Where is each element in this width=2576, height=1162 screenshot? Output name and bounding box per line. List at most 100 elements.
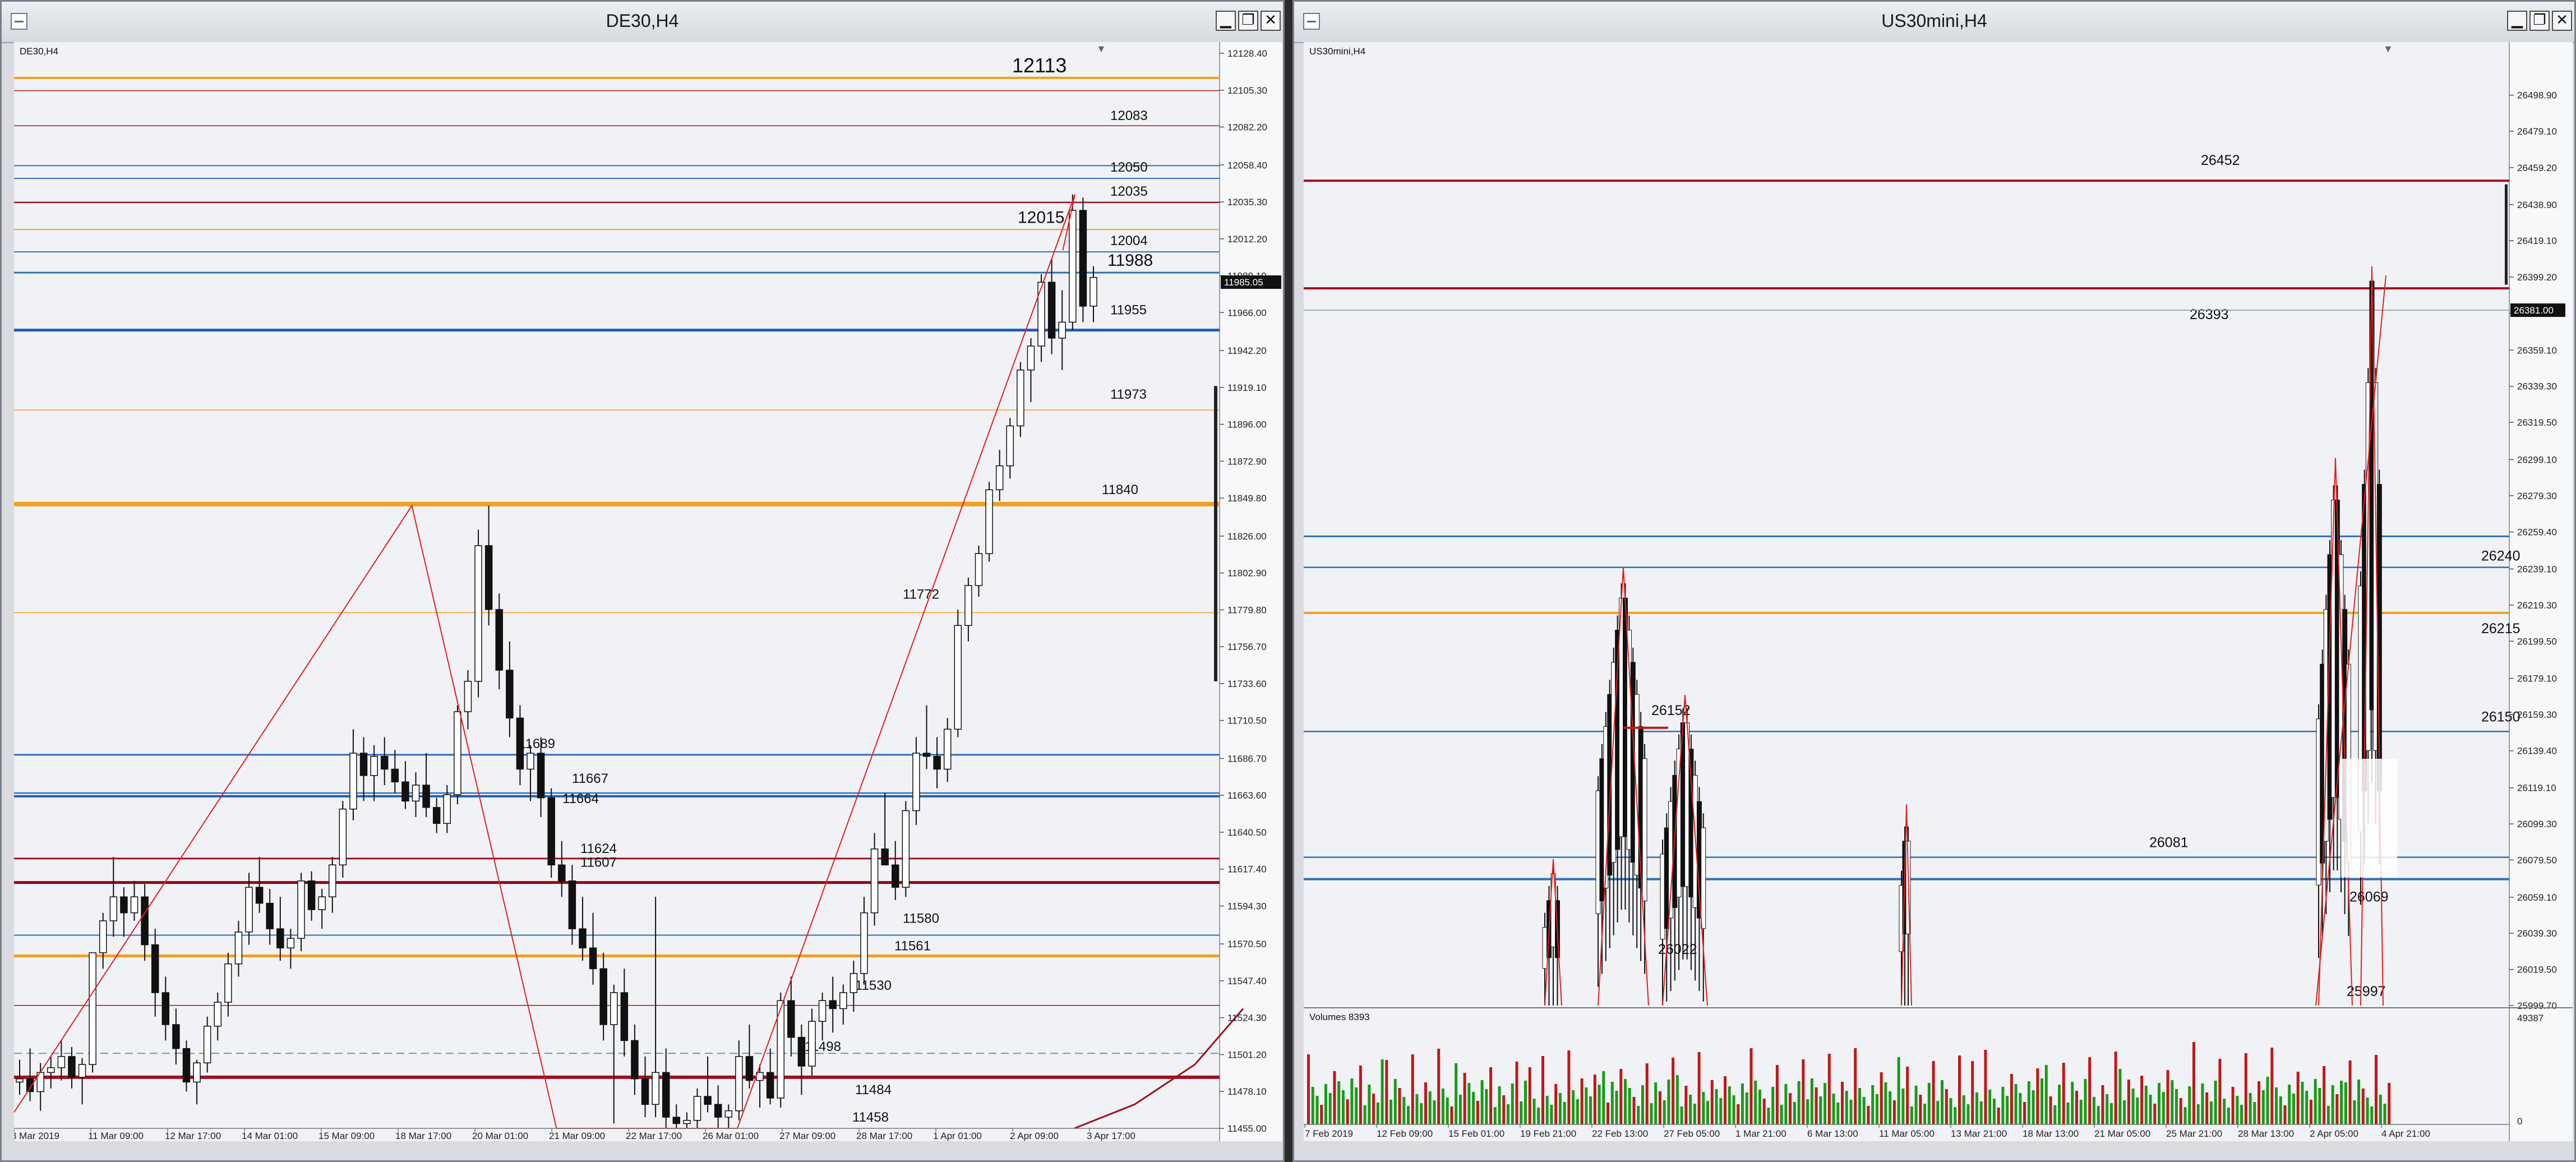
y-tick-label: 12082.20 [1227,122,1267,133]
price-chart-us30mini[interactable]: US30mini,H4 ▼ 26452 26393 26240 26215 26150 260… [1304,42,2573,1141]
volume-bar [1710,1080,1714,1124]
y-tick-label: 11547.40 [1227,976,1267,986]
volume-bar [2149,1095,2152,1124]
volume-bar [1593,1075,1596,1124]
volume-bar [1672,1058,1675,1124]
y-tick-label: 11942.20 [1227,345,1267,356]
chart-window-de30[interactable]: DE30,H4 ▁ ❐ ✕ DE30,H4 ▼ 12083 12050 12035 120… [0,0,1285,1162]
close-button[interactable]: ✕ [2552,11,2572,31]
level-label: 11561 [894,939,931,954]
y-tick-label: 11455.00 [1227,1123,1267,1134]
candle-body [933,755,941,770]
window-title: US30mini,H4 [1881,11,1987,31]
x-tick-label: 28 Mar 17:00 [856,1131,912,1141]
volume-bar [1610,1082,1614,1124]
volume-bar [2127,1080,2130,1124]
volume-bar [1615,1091,1618,1124]
x-tick-label: 27 Feb 05:00 [1664,1128,1720,1139]
candle-body [516,717,524,770]
chart-symbol-label: US30mini,H4 [1309,46,1365,57]
volume-bar [1758,1090,1761,1124]
x-tick-label: 8 Mar 2019 [14,1131,59,1141]
volume-bar [1563,1102,1566,1124]
volume-bar [2353,1100,2356,1124]
volume-bar [2053,1105,2057,1124]
volume-bar [1606,1103,1610,1124]
candle-body [329,864,336,897]
volume-bar [1845,1091,1848,1124]
volume-bar [2318,1088,2321,1124]
volume-bar [1871,1085,1875,1124]
x-tick-label: 12 Mar 17:00 [165,1131,221,1141]
volume-bar [1567,1050,1571,1124]
x-tick-label: 18 Mar 13:00 [2023,1128,2079,1139]
level-label: 12015 [1018,208,1064,227]
volume-bar [2084,1079,2087,1124]
candle-body [599,968,607,1025]
volume-bar [2162,1092,2165,1124]
volume-bar [2171,1080,2174,1124]
level-label: 12050 [1110,160,1148,175]
volume-bar [2240,1105,2243,1124]
candle-body [234,932,243,965]
volume-bar [1489,1067,1493,1124]
volume-bar [1971,1061,1974,1124]
candle-body [287,938,295,949]
y-tick-label: 11919.10 [1227,382,1267,393]
volume-bar [1498,1086,1501,1124]
y-tick-label: 26159.30 [2517,709,2557,720]
volume-bar [1324,1084,1327,1124]
level-label-major: 12113 [1012,54,1067,77]
volume-bar [2062,1063,2065,1124]
minimize-button[interactable]: ▁ [1216,11,1236,31]
volume-bar [2266,1077,2269,1124]
candle-body [182,1048,191,1083]
y-tick-label: 25999.70 [2517,1000,2557,1011]
volume-bar [1528,1067,1531,1124]
y-tick-label: 11524.30 [1227,1013,1267,1023]
volume-bar [2244,1053,2247,1124]
candle-body [579,928,587,949]
volume-bar [2196,1104,2200,1124]
volume-bar [1919,1095,1922,1124]
volume-bar [2131,1089,2135,1124]
volume-bar [1680,1106,1683,1124]
chart-window-us30mini[interactable]: US30mini,H4 ▁ ❐ ✕ US30mini,H4 ▼ 26452 26393… [1292,0,2576,1162]
candle-body [1006,425,1014,467]
candle-body [422,785,430,808]
y-tick-label: 26459.20 [2517,163,2557,173]
candle-body [141,896,149,946]
volume-bar [2183,1107,2187,1124]
window-titlebar[interactable]: DE30,H4 ▁ ❐ ✕ [2,2,1283,43]
candle-body [474,545,482,682]
candle-body [318,896,326,910]
volume-bar [1884,1082,1887,1124]
y-tick-label: 11710.50 [1227,716,1267,726]
candle-body [401,781,409,802]
y-tick-label: 11849.80 [1227,493,1267,504]
volume-bar [1372,1094,1375,1124]
price-chart-de30[interactable]: DE30,H4 ▼ 12083 12050 12035 12015 12004 11988 11… [14,42,1282,1141]
x-tick-label: 7 Feb 2019 [1305,1128,1353,1139]
y-tick-label: 11501.20 [1227,1049,1267,1060]
close-button[interactable]: ✕ [1261,11,1281,31]
x-tick-label: 12 Feb 09:00 [1377,1128,1433,1139]
volume-bar [2071,1082,2074,1124]
window-titlebar[interactable]: US30mini,H4 ▁ ❐ ✕ [1294,2,2574,43]
y-tick-label: 26359.10 [2517,345,2557,356]
restore-button[interactable]: ❐ [1238,11,1258,31]
minimize-button[interactable]: ▁ [2507,11,2527,31]
candle-body [1069,210,1077,323]
volume-bar [1355,1087,1358,1124]
level-label: 11580 [903,911,939,926]
volume-bar [2292,1094,2295,1124]
volume-bar [1550,1105,1553,1124]
volume-bar [1307,1054,1310,1124]
candle-body [693,1096,701,1121]
restore-button[interactable]: ❐ [2529,11,2550,31]
volume-bar [2153,1104,2157,1124]
volume-bar [1441,1089,1444,1124]
level-label: 12035 [1110,184,1148,199]
volume-bar [1932,1061,1935,1124]
candle-body [255,887,264,904]
